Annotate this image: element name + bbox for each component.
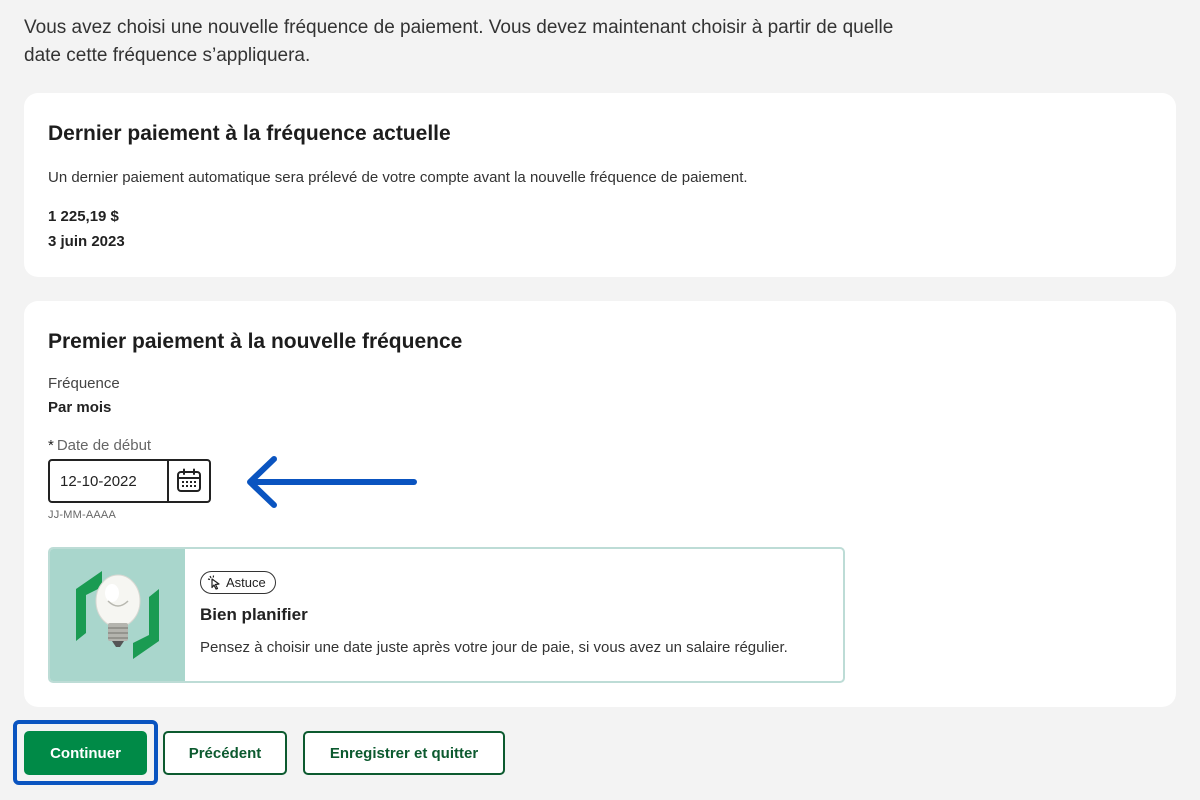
tip-illustration [50, 549, 185, 681]
start-date-hint: JJ-MM-AAAA [48, 509, 116, 521]
tip-badge-label: Astuce [226, 575, 266, 590]
save-and-quit-button[interactable]: Enregistrer et quitter [303, 731, 505, 775]
first-payment-title: Premier paiement à la nouvelle fréquence [48, 330, 463, 353]
intro-text: Vous avez choisi une nouvelle fréquence … [24, 17, 894, 66]
annotation-arrow-icon [247, 456, 417, 508]
continue-button[interactable]: Continuer [24, 731, 147, 775]
calendar-button[interactable] [167, 461, 209, 501]
page: Vous avez choisi une nouvelle fréquence … [0, 0, 1200, 800]
previous-button[interactable]: Précédent [163, 731, 287, 775]
start-date-label: * Date de début [48, 437, 151, 454]
start-date-input[interactable] [50, 461, 167, 501]
last-payment-title: Dernier paiement à la fréquence actuelle [48, 122, 451, 145]
lightbulb-icon [76, 571, 159, 659]
frequency-value: Par mois [48, 399, 112, 416]
tip-title: Bien planifier [200, 605, 308, 624]
frequency-label: Fréquence [48, 375, 120, 392]
start-date-label-text: Date de début [56, 437, 152, 454]
last-payment-card: Dernier paiement à la fréquence actuelle… [24, 93, 1176, 277]
required-marker: * [48, 437, 54, 454]
start-date-field [48, 459, 211, 503]
tip-box: Astuce Bien planifier Pensez à choisir u… [48, 547, 845, 683]
tip-text: Pensez à choisir une date juste après vo… [200, 639, 788, 656]
last-payment-description: Un dernier paiement automatique sera pré… [48, 169, 748, 186]
sparkle-pointer-icon [207, 575, 220, 590]
tip-badge: Astuce [200, 571, 276, 594]
calendar-icon [177, 468, 201, 492]
first-payment-card: Premier paiement à la nouvelle fréquence… [24, 301, 1176, 707]
last-payment-amount: 1 225,19 $ [48, 208, 119, 225]
last-payment-date: 3 juin 2023 [48, 233, 125, 250]
